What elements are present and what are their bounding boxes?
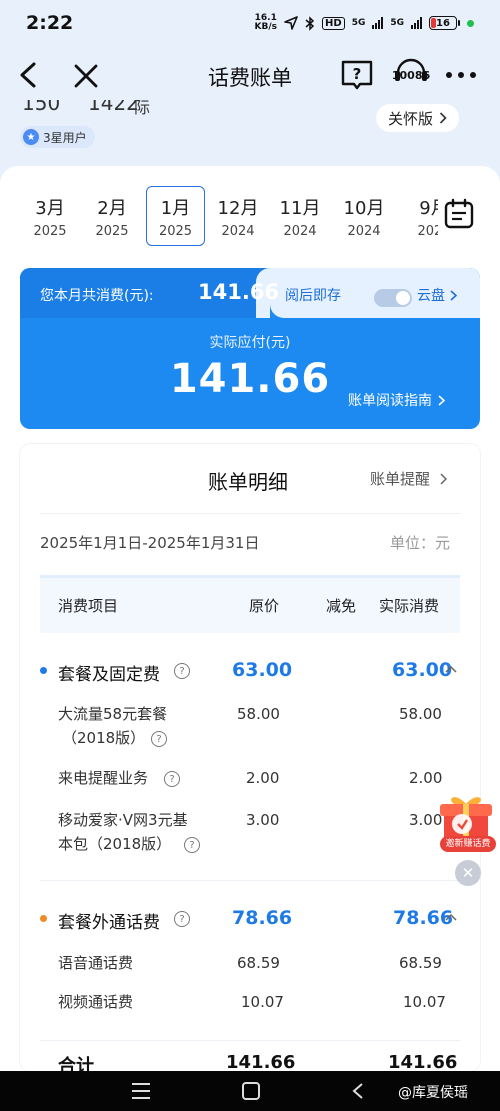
status-icons: 16.1 KB/s HD 5G 5G 16 <box>255 14 474 32</box>
read-then-save-toggle[interactable] <box>374 289 412 307</box>
item-actual: 2.00 <box>409 769 443 787</box>
month-tab-selected[interactable]: 1月 2025 <box>146 186 205 246</box>
customer-service-icon[interactable]: 10086 <box>392 57 430 93</box>
divider <box>40 880 460 881</box>
item-name: 移动爱家·V网3元基 本包（2018版） <box>58 811 188 853</box>
net-5g-label: 5G <box>351 18 366 28</box>
chevron-up-icon[interactable] <box>445 913 457 921</box>
payable-label: 实际应付(元) <box>209 335 291 351</box>
total-label: 合计 <box>58 1056 94 1071</box>
home-icon[interactable] <box>242 1082 260 1100</box>
back-icon[interactable] <box>14 60 44 90</box>
nav-bar: 话费账单 ? 10086 <box>0 46 500 108</box>
location-icon <box>284 16 298 30</box>
bluetooth-icon <box>305 15 315 31</box>
close-icon[interactable]: ✕ <box>455 860 481 886</box>
divider <box>40 513 460 514</box>
group-name[interactable]: 套餐及固定费 <box>58 660 160 685</box>
privacy-indicator <box>467 19 474 27</box>
group-name[interactable]: 套餐外通话费 <box>58 908 160 933</box>
item-name: 语音通话费 <box>58 954 134 972</box>
item-original: 3.00 <box>246 811 280 829</box>
month-tab[interactable]: 2月 2025 <box>82 186 142 246</box>
bill-reminder-link[interactable]: 账单提醒 <box>370 468 448 489</box>
currency-unit: 单位：元 <box>390 534 451 552</box>
billing-period: 2025年1月1日-2025年1月31日 <box>40 534 260 552</box>
item-actual: 10.07 <box>403 993 446 1011</box>
star-level-badge[interactable]: ★ 3星用户 <box>20 126 95 148</box>
group-dot <box>40 667 47 674</box>
month-tab[interactable]: 10月 2024 <box>334 186 394 246</box>
item-original: 68.59 <box>237 954 280 972</box>
group-actual: 63.00 <box>392 659 453 681</box>
column-header: 实际消费 <box>379 597 440 615</box>
divider <box>40 1040 460 1041</box>
item-original: 58.00 <box>237 705 280 723</box>
reading-guide-link[interactable]: 账单阅读指南 <box>348 390 445 410</box>
battery-icon: 16 <box>429 16 460 30</box>
help-icon[interactable]: ? <box>340 59 374 91</box>
care-mode-label: 关怀版 <box>388 109 434 128</box>
back-triangle-icon[interactable] <box>350 1082 368 1100</box>
item-actual: 68.59 <box>399 954 442 972</box>
month-tab[interactable]: 9月2024 <box>404 186 438 246</box>
group-dot <box>40 915 47 922</box>
network-speed: 16.1 KB/s <box>254 13 278 32</box>
total-actual: 141.66 <box>388 1052 458 1071</box>
signal-icon-2 <box>411 17 422 29</box>
column-header: 减免 <box>326 597 357 615</box>
hd-icon: HD <box>322 16 345 30</box>
column-header: 消费项目 <box>58 597 119 615</box>
service-number: 10086 <box>391 68 431 82</box>
total-row: 合计 141.66 141.66 <box>40 1052 480 1071</box>
help-circle-icon[interactable]: ? <box>151 731 167 747</box>
month-total-label: 您本月共消费(元): <box>40 288 154 304</box>
chevron-up-icon[interactable] <box>445 665 457 673</box>
cloud-disk-link[interactable]: 云盘 <box>417 285 457 305</box>
help-circle-icon[interactable]: ? <box>184 837 200 853</box>
menu-icon[interactable] <box>132 1083 150 1099</box>
chevron-right-icon <box>440 472 448 485</box>
detail-title: 账单明细 <box>208 470 288 494</box>
read-then-save-label: 阅后即存 <box>285 288 341 304</box>
signal-icon <box>372 17 384 29</box>
month-total-value: 141.66 <box>198 280 280 304</box>
month-tabs: 3月 2025 2月 2025 1月 2025 12月 2024 11月 2024 10月… <box>18 186 438 246</box>
group-original: 63.00 <box>232 659 293 681</box>
month-tab[interactable]: 11月 2024 <box>270 186 330 246</box>
profile-value: 150 <box>22 100 61 115</box>
profile-value: 际 <box>134 100 151 117</box>
item-name: 大流量58元套餐 （2018版） <box>58 705 168 747</box>
net-5g-label-2: 5G <box>390 18 404 28</box>
chevron-right-icon <box>439 112 447 124</box>
item-actual: 58.00 <box>399 705 442 723</box>
group-original: 78.66 <box>232 907 293 929</box>
item-original: 2.00 <box>246 769 280 787</box>
chevron-right-icon <box>450 289 457 301</box>
item-name: 来电提醒业务 <box>58 769 149 787</box>
chevron-right-icon <box>438 394 445 406</box>
status-time: 2:22 <box>26 12 74 34</box>
help-circle-icon[interactable]: ? <box>174 911 190 927</box>
column-header: 原价 <box>249 597 280 615</box>
more-icon[interactable] <box>446 72 480 80</box>
svg-text:?: ? <box>353 65 362 83</box>
star-icon: ★ <box>23 129 39 145</box>
care-mode-button[interactable]: 关怀版 <box>376 104 460 132</box>
profile-value: 1422 <box>88 100 139 115</box>
item-original: 10.07 <box>241 993 284 1011</box>
help-circle-icon[interactable]: ? <box>164 771 180 787</box>
month-tab[interactable]: 3月 2025 <box>20 186 80 246</box>
close-icon[interactable] <box>72 62 100 90</box>
invite-promo-label[interactable]: 邀新赚话费 <box>440 836 496 852</box>
watermark: @库夏侯瑶 <box>398 1085 468 1101</box>
star-level-label: 3星用户 <box>43 130 87 145</box>
status-bar: 2:22 16.1 KB/s HD 5G 5G 16 <box>0 0 500 46</box>
item-name: 视频通话费 <box>58 993 134 1011</box>
help-circle-icon[interactable]: ? <box>174 663 190 679</box>
total-original: 141.66 <box>226 1052 296 1071</box>
bill-summary-card: 您本月共消费(元): 141.66 阅后即存 云盘 实际应付(元) 141.66… <box>20 268 480 429</box>
month-tab[interactable]: 12月 2024 <box>208 186 268 246</box>
calendar-icon[interactable] <box>443 198 475 230</box>
